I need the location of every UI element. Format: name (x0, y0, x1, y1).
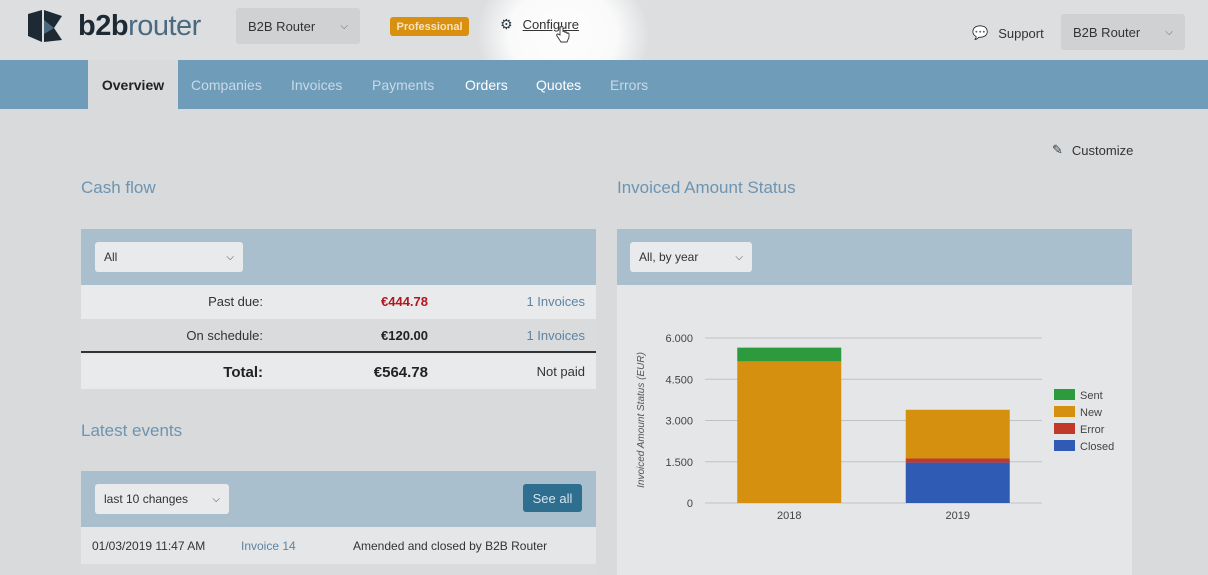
legend-swatch-error (1054, 423, 1075, 434)
tab-payments[interactable]: Payments (372, 60, 434, 109)
cash-flow-filter-select[interactable]: All ⌵ (95, 242, 243, 272)
latest-events-panel: last 10 changes ⌵ See all 01/03/2019 11:… (81, 471, 596, 575)
event-document-link[interactable]: Invoice 14 (241, 539, 296, 553)
account-select[interactable]: B2B Router ⌵ (1061, 14, 1185, 50)
row-amount: €564.78 (373, 364, 428, 381)
b2brouter-logo[interactable]: b2brouter (26, 6, 201, 46)
invoiced-status-chart: 0 1.500 3.000 4.500 6.000 2018 2019 Sent New Er… (617, 286, 1132, 575)
legend-label-error[interactable]: Error (1080, 424, 1105, 436)
chart-y-axis-label: Invoiced Amount Status (EUR) (636, 352, 647, 488)
chat-bubbles-icon: 💬 (972, 25, 989, 40)
latest-events-title: Latest events (81, 421, 183, 440)
customize-label: Customize (1071, 142, 1134, 158)
legend-label-closed[interactable]: Closed (1080, 441, 1114, 453)
legend-swatch-sent (1054, 389, 1075, 400)
configure-label: Configure (522, 17, 579, 32)
gear-icon: ⚙ (500, 16, 513, 32)
tab-companies[interactable]: Companies (191, 60, 262, 109)
chevron-down-icon: ⌵ (212, 493, 220, 505)
event-action: Amended and closed by B2B Router (353, 539, 548, 553)
row-label: On schedule: (186, 328, 263, 343)
tab-errors[interactable]: Errors (610, 60, 648, 109)
support-link[interactable]: 💬 Support (972, 25, 1044, 41)
hand-cursor-icon (556, 26, 570, 43)
legend-swatch-new (1054, 406, 1075, 417)
invoiced-status-title: Invoiced Amount Status (617, 178, 796, 197)
row-label: Past due: (208, 294, 263, 309)
chart-bar-sent-2018[interactable] (737, 347, 842, 362)
cash-flow-row-total: Total: €564.78 Not paid (81, 355, 596, 389)
chevron-down-icon: ⌵ (226, 251, 234, 263)
see-all-button[interactable]: See all (523, 484, 582, 512)
tab-invoices[interactable]: Invoices (291, 60, 342, 109)
support-label: Support (998, 25, 1044, 41)
chart-y-tick-label: 3.000 (665, 416, 693, 428)
chevron-down-icon: ⌵ (1165, 26, 1173, 38)
row-amount: €444.78 (381, 294, 428, 309)
organization-select-value: B2B Router (248, 18, 316, 34)
chart-bar-closed-2019[interactable] (905, 462, 1010, 503)
chart-x-tick-label: 2019 (946, 510, 970, 522)
invoiced-status-filter-value: All, by year (639, 250, 699, 264)
logo-text: b2brouter (78, 9, 201, 42)
cash-flow-row-on-schedule: On schedule: €120.00 1 Invoices (81, 319, 596, 353)
cash-flow-row-past-due: Past due: €444.78 1 Invoices (81, 285, 596, 319)
cash-flow-title: Cash flow (81, 178, 156, 197)
legend-label-new[interactable]: New (1080, 407, 1102, 419)
chevron-down-icon: ⌵ (735, 251, 743, 263)
chart-bar-error-2019[interactable] (905, 458, 1010, 463)
legend-swatch-closed (1054, 440, 1075, 451)
pencil-icon: ✎ (1052, 142, 1063, 157)
cash-flow-filter-value: All (104, 250, 118, 264)
chart-y-tick-label: 1.500 (665, 457, 693, 469)
legend-label-sent[interactable]: Sent (1080, 390, 1103, 402)
invoiced-status-chart-svg: 0 1.500 3.000 4.500 6.000 2018 2019 Sent New Er… (636, 333, 1114, 522)
row-label: Total: (223, 364, 263, 381)
row-invoices-link[interactable]: 1 Invoices (526, 328, 585, 343)
tab-orders[interactable]: Orders (465, 60, 508, 109)
event-row: 01/03/2019 11:47 AM Invoice 14 Amended a… (81, 527, 596, 563)
chart-y-tick-label: 4.500 (665, 374, 693, 386)
chart-x-tick-label: 2018 (777, 510, 801, 522)
chevron-down-icon: ⌵ (340, 20, 348, 32)
chart-bar-new-2019[interactable] (905, 409, 1010, 459)
event-date: 01/03/2019 11:47 AM (92, 539, 206, 553)
row-status: Not paid (536, 364, 585, 379)
invoiced-status-filter-select[interactable]: All, by year ⌵ (630, 242, 752, 272)
tab-quotes[interactable]: Quotes (536, 60, 581, 109)
organization-select[interactable]: B2B Router ⌵ (236, 8, 360, 44)
top-bar: b2brouter B2B Router ⌵ Professional ⚙ Co… (0, 0, 1208, 110)
customize-link[interactable]: ✎ Customize (1052, 142, 1133, 158)
invoiced-status-panel-header: All, by year ⌵ (617, 229, 1132, 286)
events-filter-select[interactable]: last 10 changes ⌵ (95, 484, 229, 514)
cash-flow-panel: All ⌵ Past due: €444.78 1 Invoices On sc… (81, 229, 596, 389)
main-nav: Overview Companies Invoices Payments Ord… (0, 60, 1208, 109)
plan-badge: Professional (390, 17, 469, 36)
logo-mark-icon (28, 10, 62, 42)
event-row-partial (81, 564, 596, 575)
chart-bar-new-2018[interactable] (737, 361, 842, 503)
configure-link[interactable]: ⚙ Configure (500, 16, 579, 43)
chart-y-tick-label: 0 (687, 498, 693, 510)
events-filter-value: last 10 changes (104, 492, 189, 506)
account-select-value: B2B Router (1073, 24, 1141, 40)
row-invoices-link[interactable]: 1 Invoices (526, 294, 585, 309)
chart-y-tick-label: 6.000 (665, 333, 693, 345)
tab-overview[interactable]: Overview (88, 60, 178, 109)
row-amount: €120.00 (381, 328, 428, 343)
